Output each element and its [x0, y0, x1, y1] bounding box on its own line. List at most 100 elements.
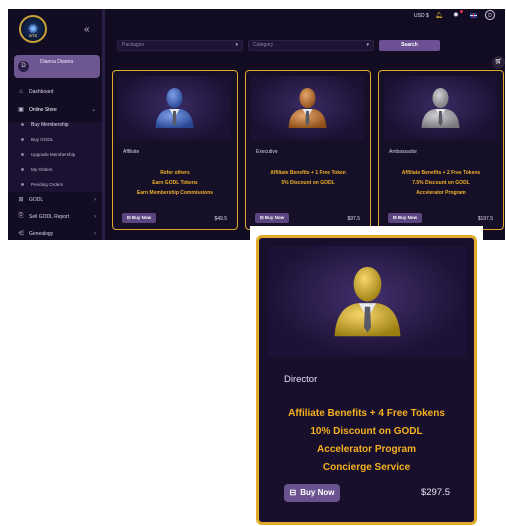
figure-tie: [364, 306, 371, 333]
benefit-item: Concierge Service: [322, 462, 411, 473]
sidebar-item-label: My Orders: [31, 167, 53, 172]
sidebar-item-label: Buy GODL: [31, 137, 54, 142]
person-figure-icon: [421, 88, 460, 128]
benefit-item: Affiliate Benefits + 4 Free Tokens: [288, 408, 445, 419]
buy-now-button[interactable]: ⊟ Buy Now: [284, 484, 340, 502]
tier-name: Executive: [256, 149, 278, 155]
buy-now-button[interactable]: ⊟ Buy Now: [388, 213, 422, 223]
person-figure-icon: [288, 88, 327, 128]
benefit-item: Earn Membership Commissions: [136, 190, 214, 196]
packages-select[interactable]: Packages ▾: [117, 40, 243, 51]
bag-icon: ⊟: [392, 215, 397, 220]
sidebar-item-genealogy[interactable]: ⋲ Genealogy ›: [8, 227, 102, 240]
buy-now-label: Buy Now: [131, 215, 152, 220]
sidebar-item-label: Dashboard: [29, 88, 54, 95]
report-icon: ⎘: [18, 213, 24, 219]
chevron-down-icon: ⌄: [90, 107, 96, 113]
sidebar-item-godl[interactable]: ⊞ GODL ›: [8, 193, 102, 206]
price: $197.5: [477, 216, 493, 222]
membership-card-director: Director Affiliate Benefits + 4 Free Tok…: [256, 235, 477, 525]
tier-name: Director: [284, 374, 318, 385]
bullet-icon: [21, 168, 24, 171]
sidebar-item-buy-membership[interactable]: Buy Membership: [8, 118, 102, 131]
sidebar-item-my-orders[interactable]: My Orders: [8, 163, 102, 176]
brand-logo[interactable]: ✺ GTS: [19, 15, 47, 43]
bullet-icon: [21, 123, 24, 126]
buy-now-button[interactable]: ⊟ Buy Now: [122, 213, 156, 223]
notification-dot: [460, 10, 463, 13]
sidebar-item-upgrade-membership[interactable]: Upgrade Membership: [8, 148, 102, 161]
figure-head: [166, 88, 183, 108]
bullet-icon: [21, 183, 24, 186]
sidebar-item-label: Genealogy: [29, 230, 54, 237]
logo-text: GTS: [28, 33, 38, 38]
chevron-down-icon: ▾: [235, 42, 238, 48]
bag-icon: ⊟: [259, 215, 264, 220]
card-hero: [118, 76, 231, 140]
sidebar-item-label: Sell GODL Report: [29, 213, 70, 220]
theme-toggle-icon[interactable]: ✹: [453, 11, 459, 19]
benefit-item: Refer others: [160, 170, 190, 176]
packages-placeholder: Packages: [122, 42, 144, 48]
bag-icon: ⊟: [126, 215, 131, 220]
sidebar: ✺ GTS « D Dianna Dianna ⌂ Dashboard ▣ On…: [8, 9, 102, 240]
chevron-right-icon: ›: [94, 196, 96, 203]
buy-now-label: Buy Now: [300, 488, 335, 497]
category-placeholder: Category: [253, 42, 274, 48]
user-profile-card[interactable]: D Dianna Dianna: [14, 55, 100, 78]
chevron-down-icon: ▾: [366, 42, 369, 48]
benefit-item: Accelerator Program: [317, 444, 416, 455]
tier-name: Affiliate: [123, 149, 140, 155]
sidebar-divider: [102, 9, 105, 240]
card-hero: [384, 76, 497, 140]
buy-now-label: Buy Now: [397, 215, 418, 220]
sidebar-item-label: Online Store: [29, 106, 57, 113]
benefits-list: Affiliate Benefits + 1 Free Token 5% Dis…: [248, 168, 368, 188]
avatar: D: [18, 61, 29, 72]
category-select[interactable]: Category ▾: [248, 40, 374, 51]
sidebar-item-dashboard[interactable]: ⌂ Dashboard: [8, 85, 102, 98]
benefit-item: 5% Discount on GODL: [281, 180, 335, 186]
benefit-item: Accelerator Program: [416, 190, 466, 196]
sidebar-item-label: GODL: [29, 196, 44, 203]
price: $297.5: [420, 487, 450, 498]
card-hero: [268, 246, 467, 357]
bag-icon: ⊟: [289, 488, 297, 497]
buy-now-button[interactable]: ⊟ Buy Now: [255, 213, 289, 223]
benefit-item: Earn GODL Tokens: [152, 180, 198, 186]
top-bar: USD $ 🔔︎ ✹ D: [105, 9, 505, 31]
figure-tie: [305, 111, 310, 126]
figure-tie: [172, 111, 177, 126]
avatar[interactable]: D: [485, 10, 495, 20]
price: $97.5: [347, 216, 360, 222]
benefits-list: Affiliate Benefits + 4 Free Tokens 10% D…: [261, 405, 472, 477]
benefits-list: Affiliate Benefits + 2 Free Tokens 7.5% …: [381, 168, 501, 198]
sidebar-item-label: Buy Membership: [31, 121, 69, 128]
bell-icon[interactable]: 🔔︎: [435, 12, 443, 19]
bullet-icon: [21, 153, 24, 156]
network-icon: ⋲: [18, 231, 24, 237]
currency-selector[interactable]: USD $: [414, 13, 429, 19]
double-chevron-left-icon[interactable]: «: [84, 25, 90, 35]
sidebar-item-sell-godl-report[interactable]: ⎘ Sell GODL Report ›: [8, 210, 102, 223]
user-name: Dianna Dianna: [40, 59, 74, 65]
membership-card-executive: Executive Affiliate Benefits + 1 Free To…: [245, 70, 371, 230]
membership-card-affiliate: Affiliate Refer others Earn GODL Tokens …: [112, 70, 238, 230]
bullet-icon: [21, 138, 24, 141]
store-icon: ▣: [18, 107, 24, 113]
benefit-item: 7.5% Discount on GODL: [412, 180, 470, 186]
dashboard-icon: ⌂: [19, 88, 23, 95]
sidebar-item-pending-orders[interactable]: Pending Orders: [8, 178, 102, 191]
search-button[interactable]: Search: [379, 40, 440, 51]
benefit-item: Affiliate Benefits + 1 Free Token: [270, 170, 346, 176]
figure-tie: [438, 111, 443, 126]
sidebar-item-online-store[interactable]: ▣ Online Store ⌄: [8, 103, 102, 116]
cart-icon[interactable]: 🛒︎: [492, 56, 505, 69]
benefit-item: Affiliate Benefits + 2 Free Tokens: [401, 170, 481, 176]
chevron-right-icon: ›: [94, 230, 96, 237]
tier-name: Ambassador: [389, 149, 418, 155]
sidebar-item-buy-godl[interactable]: Buy GODL: [8, 133, 102, 146]
figure-head: [353, 266, 382, 302]
app-window: ✺ GTS « D Dianna Dianna ⌂ Dashboard ▣ On…: [8, 9, 505, 240]
uk-flag-icon[interactable]: [470, 13, 477, 18]
